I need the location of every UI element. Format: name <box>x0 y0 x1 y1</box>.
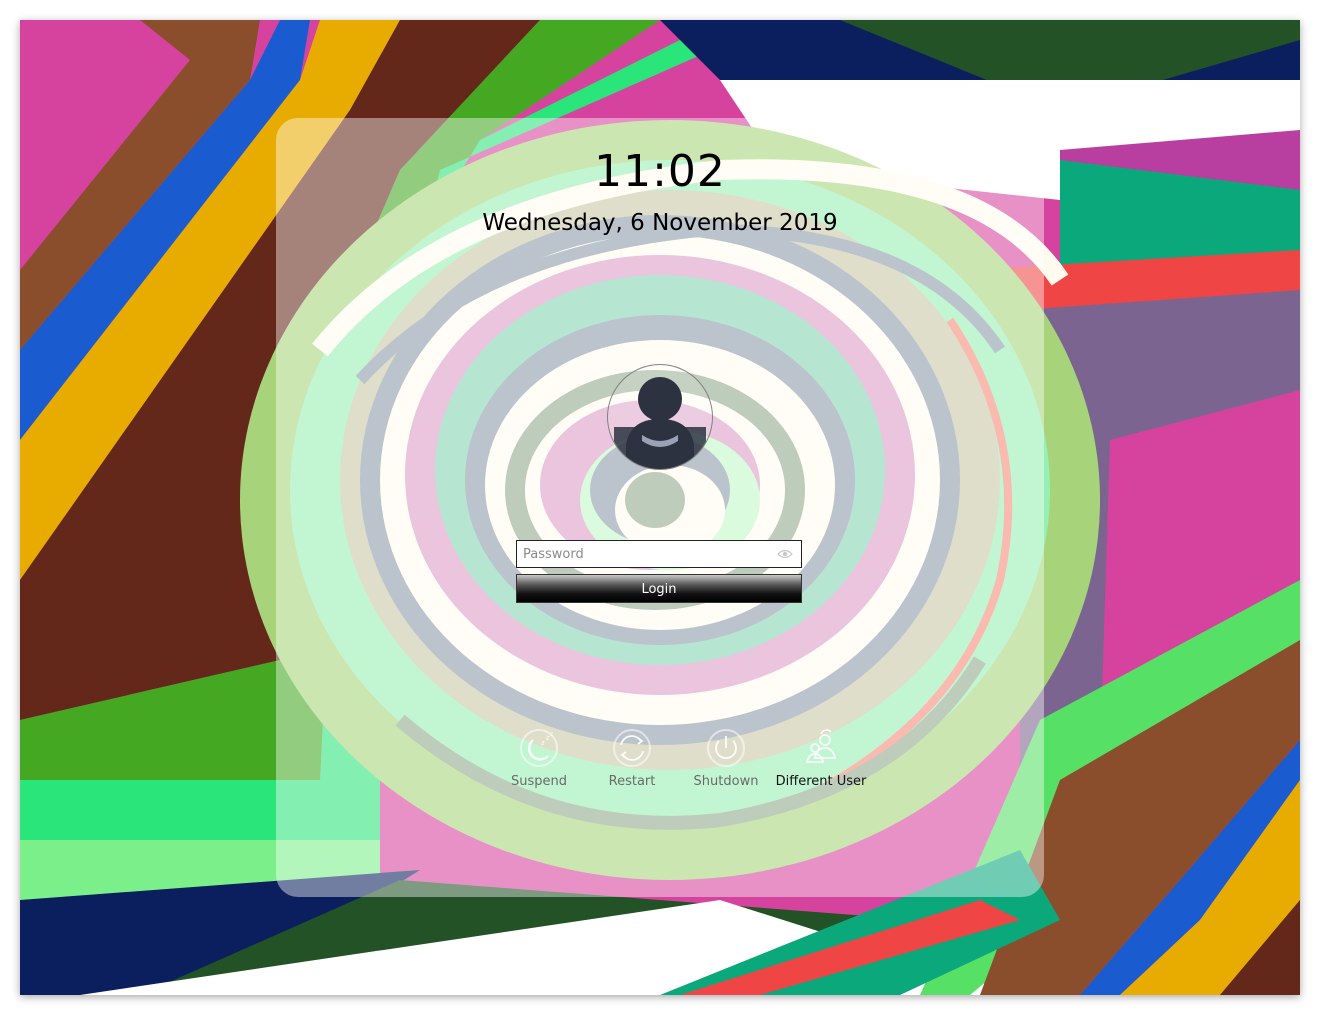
clock-time: 11:02 <box>594 146 726 197</box>
restart-label: Restart <box>608 774 656 789</box>
restart-button[interactable]: Restart <box>582 728 682 789</box>
login-screen: 11:02 Wednesday, 6 November 2019 Login z… <box>20 20 1300 995</box>
login-button[interactable]: Login <box>516 574 802 603</box>
username-label <box>276 489 1044 503</box>
svg-text:z: z <box>550 731 553 738</box>
session-actions: z z z Suspend Restart Shutdown Different… <box>276 728 1044 808</box>
user-avatar-icon[interactable] <box>607 364 713 470</box>
different-user-button[interactable]: Different User <box>771 728 871 789</box>
different-user-label: Different User <box>775 774 867 789</box>
shutdown-label: Shutdown <box>693 774 759 789</box>
shutdown-icon <box>707 729 745 767</box>
suspend-button[interactable]: z z z Suspend <box>489 728 589 789</box>
password-input[interactable] <box>517 541 769 567</box>
suspend-icon: z z z <box>520 729 558 767</box>
suspend-label: Suspend <box>510 774 567 789</box>
clock-date: Wednesday, 6 November 2019 <box>482 210 838 236</box>
svg-text:z: z <box>541 739 545 747</box>
password-field-box <box>516 540 802 568</box>
shutdown-button[interactable]: Shutdown <box>676 728 776 789</box>
different-user-icon <box>805 729 836 763</box>
eye-icon[interactable] <box>777 548 793 560</box>
login-panel: 11:02 Wednesday, 6 November 2019 Login z… <box>276 118 1044 897</box>
restart-icon <box>613 729 651 767</box>
